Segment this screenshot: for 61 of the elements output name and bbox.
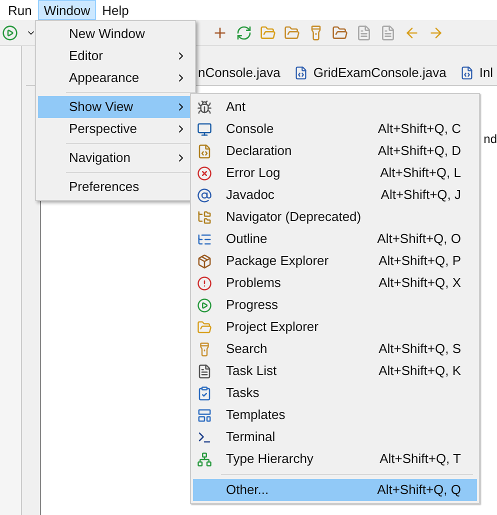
editor-tab[interactable]: nConsole.java [198, 62, 280, 82]
menu-item[interactable]: Project Explorer [193, 316, 477, 338]
progress-icon [197, 298, 212, 312]
warning-icon [197, 276, 212, 290]
refresh-icon[interactable] [236, 24, 252, 40]
menu-item[interactable]: Appearance [38, 67, 193, 89]
menu-item[interactable]: Templates [193, 404, 477, 426]
menu-item[interactable]: Problems Alt+Shift+Q, X [193, 272, 477, 294]
error-icon [197, 166, 212, 180]
menu-item[interactable]: Navigation [38, 147, 193, 169]
folder-tree-icon [197, 210, 212, 224]
editor-tab[interactable]: Inl [460, 62, 494, 82]
flashlight-icon [197, 342, 212, 356]
clipboard-check-icon [197, 386, 212, 400]
menu-item[interactable]: Package Explorer Alt+Shift+Q, P [193, 250, 477, 272]
at-sign-icon [197, 188, 212, 202]
outline-icon [197, 232, 212, 246]
editor-text: nd [484, 131, 497, 148]
document-icon[interactable] [356, 24, 372, 40]
menu-item[interactable]: Ant [193, 96, 477, 118]
new-class-icon[interactable] [212, 24, 228, 40]
folder-icon[interactable] [260, 24, 276, 40]
menu-item[interactable]: Other... Alt+Shift+Q, Q [193, 479, 477, 501]
folder-icon [197, 320, 212, 334]
menu-bar-item[interactable]: Help [96, 0, 135, 20]
template-icon [197, 408, 212, 422]
monitor-icon [197, 122, 212, 136]
terminal-icon [197, 430, 212, 444]
menu-item[interactable]: Console Alt+Shift+Q, C [193, 118, 477, 140]
folder-icon[interactable] [284, 24, 300, 40]
forward-icon[interactable] [428, 24, 444, 40]
menu-item[interactable]: Preferences [38, 176, 193, 198]
document-icon[interactable] [380, 24, 396, 40]
menu-item[interactable]: Error Log Alt+Shift+Q, L [193, 162, 477, 184]
menu-item[interactable]: Type Hierarchy Alt+Shift+Q, T [193, 448, 477, 470]
java-file-icon [294, 66, 308, 80]
package-icon [197, 254, 212, 268]
menu-item[interactable]: Navigator (Deprecated) [193, 206, 477, 228]
menu-item[interactable]: Terminal [193, 426, 477, 448]
menu-item[interactable]: Tasks [193, 382, 477, 404]
back-icon[interactable] [404, 24, 420, 40]
menu-item[interactable]: Search Alt+Shift+Q, S [193, 338, 477, 360]
menu-item[interactable]: New Window [38, 23, 193, 45]
list-icon [197, 364, 212, 378]
menu-item[interactable]: Task List Alt+Shift+Q, K [193, 360, 477, 382]
run-icon[interactable] [2, 24, 18, 40]
bug-icon [197, 100, 212, 114]
folder-icon[interactable] [332, 24, 348, 40]
menu-item[interactable]: Outline Alt+Shift+Q, O [193, 228, 477, 250]
menu-item[interactable]: Progress [193, 294, 477, 316]
menu-item[interactable]: Javadoc Alt+Shift+Q, J [193, 184, 477, 206]
menu-bar-item[interactable]: Window [38, 0, 96, 20]
menu-bar-item[interactable]: Run [2, 0, 38, 20]
hierarchy-icon [197, 452, 212, 466]
java-file-icon [460, 66, 474, 80]
menu-item[interactable]: Editor [38, 45, 193, 67]
document-icon [197, 144, 212, 158]
menu-item[interactable]: Perspective [38, 118, 193, 140]
menu-item[interactable]: Declaration Alt+Shift+Q, D [193, 140, 477, 162]
menu-item[interactable]: Show View [38, 96, 193, 118]
editor-tab[interactable]: GridExamConsole.java [294, 62, 446, 82]
